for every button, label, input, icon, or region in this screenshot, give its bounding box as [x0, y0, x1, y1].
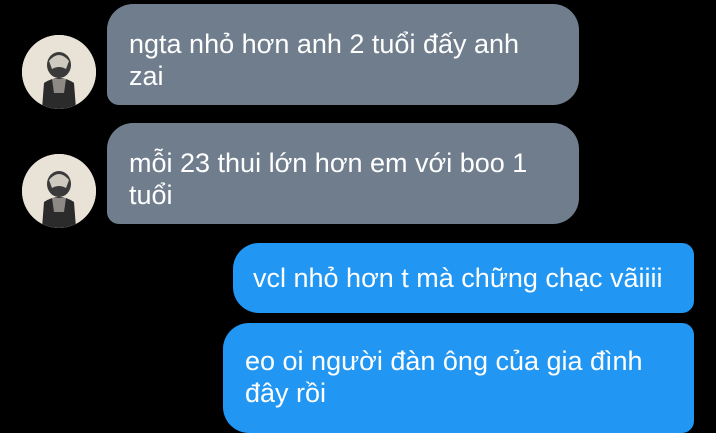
contact-avatar-photo [22, 35, 96, 109]
message-text: eo oi người đàn ông của gia đình đây rồi [245, 346, 643, 408]
contact-avatar[interactable] [22, 35, 96, 109]
contact-avatar[interactable] [22, 154, 96, 228]
message-text: vcl nhỏ hơn t mà chững chạc vãiiii [253, 263, 663, 293]
message-bubble-incoming[interactable]: ngta nhỏ hơn anh 2 tuổi đấy anh zai [107, 4, 579, 105]
message-text: mỗi 23 thui lớn hơn em với boo 1 tuổi [129, 148, 528, 210]
chat-thread: ngta nhỏ hơn anh 2 tuổi đấy anh zai mỗi … [0, 0, 716, 433]
message-bubble-incoming[interactable]: mỗi 23 thui lớn hơn em với boo 1 tuổi [107, 123, 579, 224]
message-bubble-outgoing[interactable]: eo oi người đàn ông của gia đình đây rồi [223, 323, 694, 433]
message-bubble-outgoing[interactable]: vcl nhỏ hơn t mà chững chạc vãiiii [233, 243, 694, 313]
contact-avatar-photo [22, 154, 96, 228]
message-text: ngta nhỏ hơn anh 2 tuổi đấy anh zai [129, 29, 520, 91]
